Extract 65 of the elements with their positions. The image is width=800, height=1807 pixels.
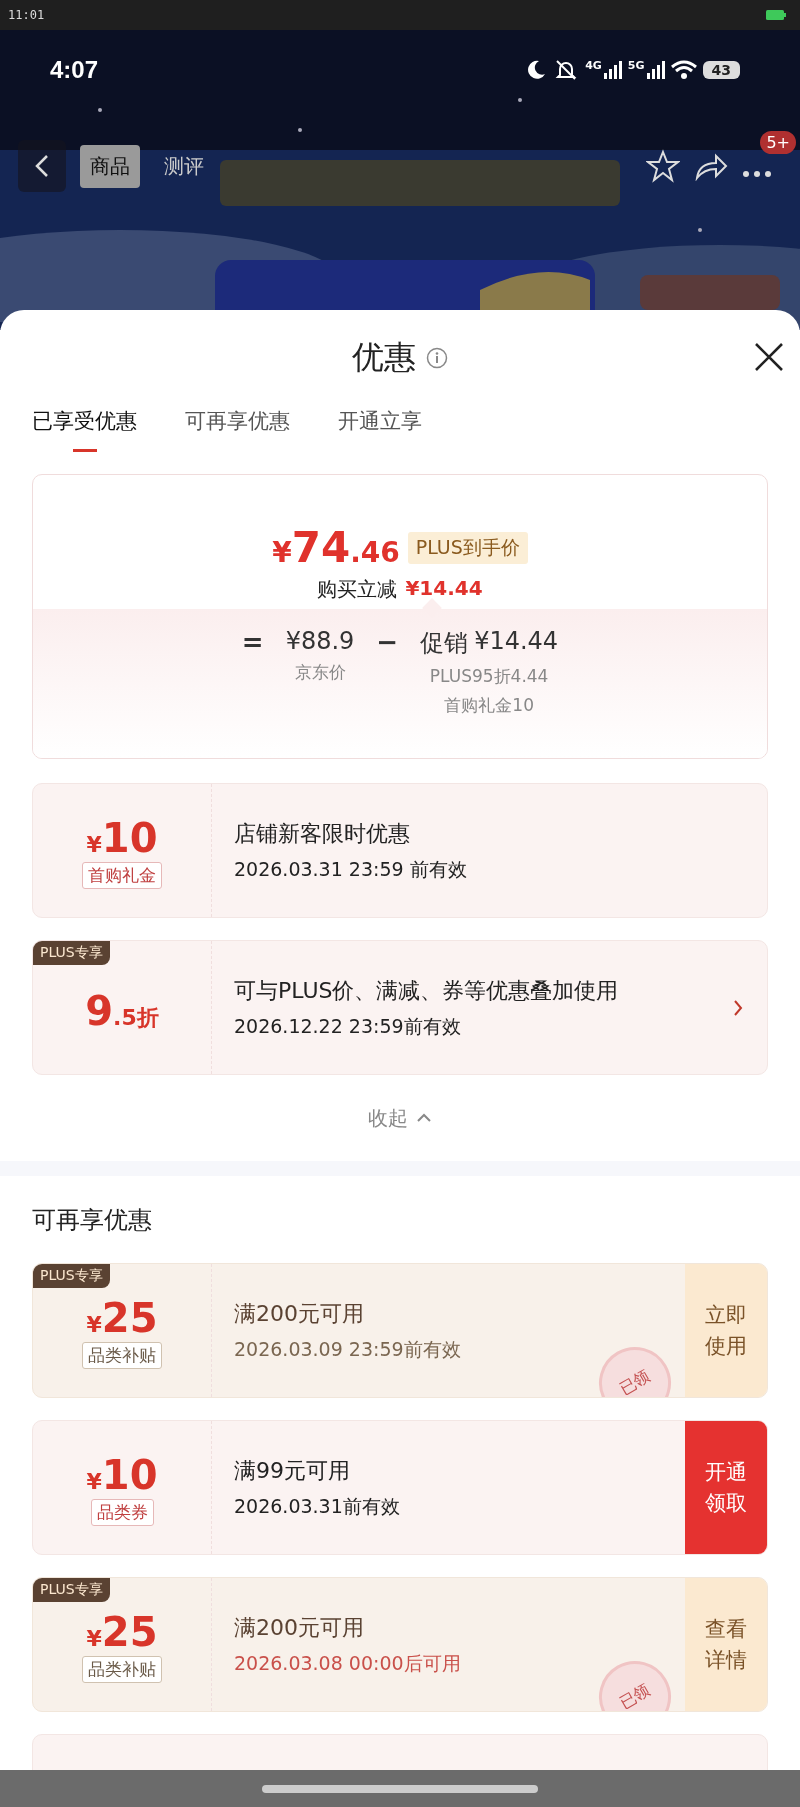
coupon-action-button[interactable]: 立即使用 <box>685 1264 767 1397</box>
promo-detail: 首购礼金10 <box>444 694 534 717</box>
coupon-amount: 9.5折 <box>85 990 159 1031</box>
final-price: ¥74.46 <box>272 523 400 572</box>
equals-sign: = <box>241 627 264 657</box>
signal-icon <box>603 61 622 79</box>
saving-value: ¥14.44 <box>405 576 483 602</box>
tab[interactable]: 开通立享 <box>338 402 422 452</box>
promo-value: ¥14.44 <box>474 627 559 657</box>
section-heading: 可再享优惠 <box>32 1204 153 1236</box>
saving-label: 购买立减 <box>317 576 398 603</box>
coupon-action-button[interactable]: 查看详情 <box>685 1578 767 1711</box>
coupon-title: 可与PLUS价、满减、券等优惠叠加使用 <box>234 976 620 1005</box>
promo-detail: PLUS95折4.44 <box>429 665 549 688</box>
plus-badge: PLUS专享 <box>33 941 110 965</box>
base-price: ¥88.9 <box>285 627 355 655</box>
network-label: 4G <box>585 59 602 72</box>
sheet-title: 优惠 <box>352 337 416 378</box>
signal-icon <box>646 61 665 79</box>
tab[interactable]: 已享受优惠 <box>32 402 137 452</box>
home-indicator[interactable] <box>262 1784 538 1793</box>
tab[interactable]: 可再享优惠 <box>185 402 290 452</box>
battery-level: 43 <box>702 61 740 79</box>
more-icon[interactable] <box>742 169 772 178</box>
coupon-title: 满200元可用 <box>234 1299 365 1328</box>
coupon-amount: ¥10 <box>86 818 158 858</box>
coupon-validity: 2026.03.31 23:59 前有效 <box>234 856 468 882</box>
wifi-icon <box>670 60 697 80</box>
moon-icon <box>525 59 548 81</box>
coupon-amount: ¥10 <box>86 1455 158 1495</box>
back-icon <box>35 154 49 178</box>
back-button[interactable] <box>18 140 66 192</box>
battery-icon <box>766 10 786 20</box>
coupon-amount: ¥25 <box>86 1298 158 1338</box>
coupon-validity: 2026.12.22 23:59前有效 <box>234 1013 462 1039</box>
coupon-action-button[interactable]: 开通领取 <box>685 1421 767 1554</box>
info-icon[interactable] <box>426 347 448 369</box>
coupon-validity: 2026.03.08 00:00后可用 <box>234 1650 462 1676</box>
coupon-title: 满200元可用 <box>234 1613 365 1642</box>
coupon-tag: 品类补贴 <box>82 1656 162 1683</box>
coupon-title: 店铺新客限时优惠 <box>234 819 411 848</box>
page-tab[interactable]: 商品 <box>80 144 140 188</box>
coupon-tag: 首购礼金 <box>82 862 162 889</box>
network-label: 5G <box>627 59 645 72</box>
coupon-validity: 2026.03.31前有效 <box>234 1493 401 1519</box>
coupon-tag: 品类补贴 <box>82 1342 162 1369</box>
coupon-tag: 品类券 <box>90 1499 154 1526</box>
collapse-button[interactable]: 收起 <box>362 1103 438 1133</box>
minus-sign: − <box>376 627 399 657</box>
page-tab[interactable]: 测评 <box>154 144 214 188</box>
star-icon[interactable] <box>646 149 680 183</box>
clock: 11:01 <box>8 8 45 22</box>
clock: 4:07 <box>50 56 99 84</box>
chevron-up-icon <box>416 1113 432 1123</box>
plus-badge: PLUS专享 <box>33 1578 110 1602</box>
plus-badge: PLUS专享 <box>33 1264 110 1288</box>
share-icon[interactable] <box>694 151 728 181</box>
close-icon[interactable] <box>754 342 784 372</box>
coupon-title: 满99元可用 <box>234 1456 351 1485</box>
promo-label: 促销 <box>420 628 469 659</box>
price-badge: PLUS到手价 <box>407 531 528 564</box>
chevron-right-icon[interactable] <box>733 998 743 1017</box>
coupon-validity: 2026.03.09 23:59前有效 <box>234 1336 462 1362</box>
coupon-amount: ¥25 <box>86 1612 158 1652</box>
base-price-label: 京东价 <box>294 661 346 684</box>
